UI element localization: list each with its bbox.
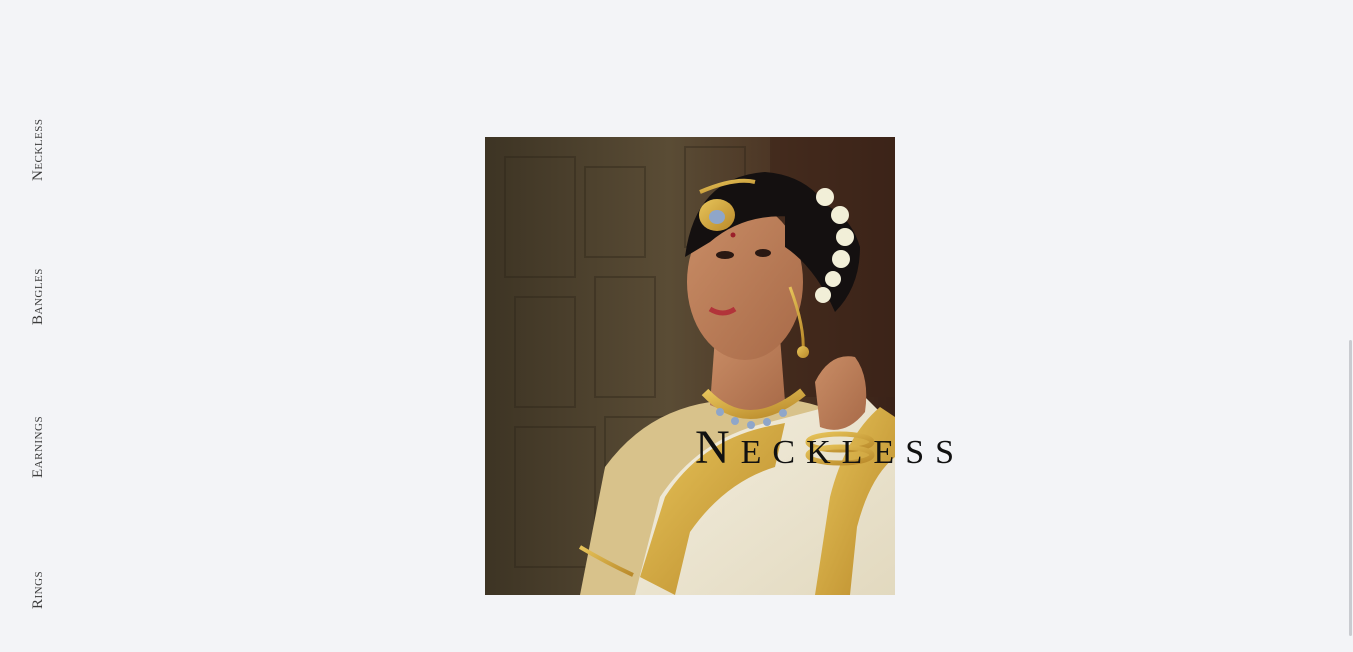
side-nav: Neckless Bangles Earnings Rings	[0, 0, 80, 652]
nav-item-earnings[interactable]: Earnings	[30, 416, 46, 478]
hero-photo	[485, 137, 895, 595]
scrollbar-thumb[interactable]	[1349, 340, 1352, 636]
page: Neckless Bangles Earnings Rings Neckless	[0, 0, 1353, 652]
hero-title: Neckless	[695, 421, 966, 474]
nav-item-bangles[interactable]: Bangles	[30, 268, 46, 325]
nav-item-neckless[interactable]: Neckless	[30, 118, 46, 181]
scrollbar[interactable]	[1347, 0, 1353, 652]
model-photo-illustration	[485, 137, 895, 595]
nav-item-rings[interactable]: Rings	[30, 571, 46, 609]
